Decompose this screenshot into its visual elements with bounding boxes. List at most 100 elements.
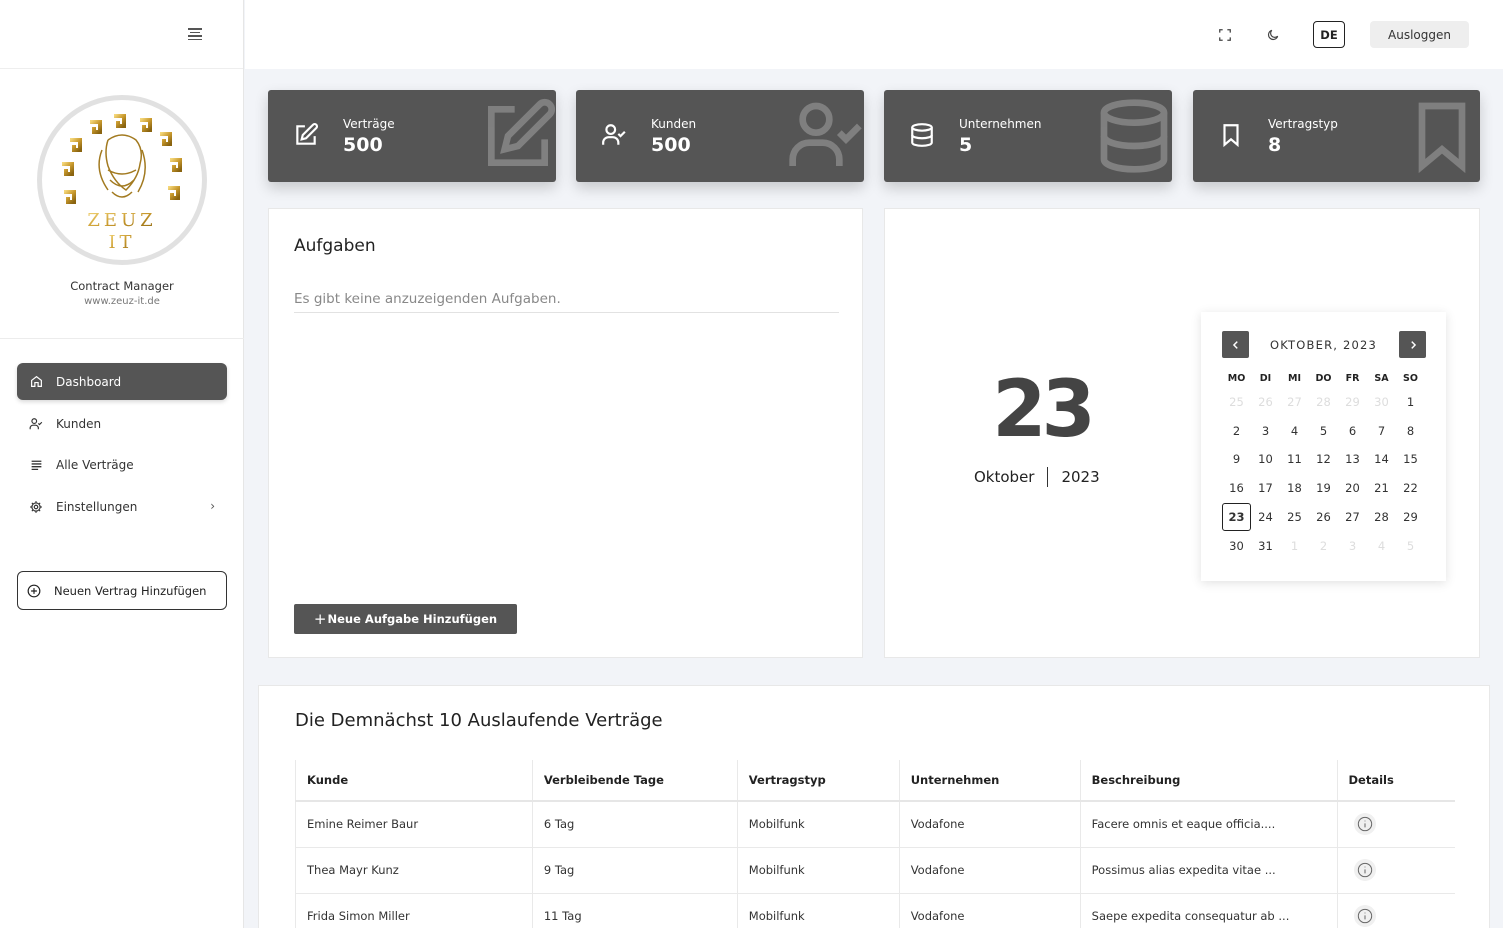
calendar-day[interactable]: 28 [1367,503,1396,531]
calendar-day[interactable]: 24 [1251,503,1280,531]
bookmark-icon [1223,124,1239,148]
cell-vertragstyp: Mobilfunk [736,801,900,848]
stat-card-kunden[interactable]: Kunden 500 [576,90,864,182]
calendar-day[interactable]: 3 [1251,417,1280,445]
calendar-day[interactable]: 8 [1396,417,1425,445]
contracts-title: Die Demnächst 10 Auslaufende Verträge [295,710,663,731]
calendar-day[interactable]: 31 [1251,532,1280,560]
edit-icon [488,98,556,166]
sidebar-item-label: Kunden [56,416,102,431]
calendar-day[interactable]: 15 [1396,445,1425,473]
calendar: OKTOBER, 2023 MO DI MI DO FR SA SO 25 26 27 28 29 30… [1201,312,1446,581]
calendar-day[interactable]: 7 [1367,417,1396,445]
calendar-day[interactable]: 17 [1251,474,1280,502]
stat-card-vertragstyp[interactable]: Vertragstyp 8 [1193,90,1480,182]
calendar-next-button[interactable] [1399,331,1426,358]
cell-vertragstyp: Mobilfunk [736,893,900,928]
calendar-day[interactable]: 29 [1338,388,1367,416]
calendar-day[interactable]: 22 [1396,474,1425,502]
calendar-day[interactable]: 30 [1222,532,1251,560]
stat-value: 500 [343,134,383,156]
sidebar-divider [0,338,244,339]
calendar-day[interactable]: 27 [1338,503,1367,531]
calendar-day[interactable]: 21 [1367,474,1396,502]
calendar-day[interactable]: 26 [1309,503,1338,531]
calendar-day[interactable]: 9 [1222,445,1251,473]
database-icon [1100,99,1168,173]
stat-card-unternehmen[interactable]: Unternehmen 5 [884,90,1172,182]
calendar-day[interactable]: 20 [1338,474,1367,502]
calendar-day[interactable]: 1 [1396,388,1425,416]
calendar-day[interactable]: 12 [1309,445,1338,473]
calendar-day[interactable]: 1 [1280,532,1309,560]
calendar-day[interactable]: 6 [1338,417,1367,445]
info-icon[interactable] [1353,905,1376,927]
sidebar-item-einstellungen[interactable]: Einstellungen › [17,488,227,525]
calendar-day[interactable]: 4 [1280,417,1309,445]
stat-value: 8 [1268,134,1282,156]
sidebar-item-kunden[interactable]: Kunden [17,405,227,442]
calendar-day[interactable]: 16 [1222,474,1251,502]
list-icon [29,458,43,472]
sidebar: ZEUZ IT Contract Manager www.zeuz-it.de … [0,0,244,928]
stat-value: 5 [959,134,973,156]
chevron-right-icon [1410,340,1416,349]
stat-label: Verträge [343,117,395,131]
calendar-day[interactable]: 2 [1309,532,1338,560]
calendar-day[interactable]: 29 [1396,503,1425,531]
current-month-year: Oktober 2023 [974,467,1100,487]
calendar-weekday: MI [1288,373,1301,384]
column-header: Details [1336,760,1455,802]
add-task-button[interactable]: + Neue Aufgabe Hinzufügen [294,604,517,634]
cell-details [1336,847,1455,894]
logo: ZEUZ IT [37,95,207,265]
column-header[interactable]: Vertragstyp [736,760,900,802]
calendar-weekday: SA [1374,373,1389,384]
calendar-day[interactable]: 28 [1309,388,1338,416]
calendar-day[interactable]: 14 [1367,445,1396,473]
calendar-day[interactable]: 5 [1309,417,1338,445]
fullscreen-icon[interactable] [1217,27,1233,43]
calendar-day[interactable]: 25 [1280,503,1309,531]
calendar-day[interactable]: 25 [1222,388,1251,416]
calendar-day[interactable]: 30 [1367,388,1396,416]
calendar-day[interactable]: 3 [1338,532,1367,560]
calendar-day[interactable]: 10 [1251,445,1280,473]
column-header[interactable]: Beschreibung [1079,760,1338,802]
language-button[interactable]: DE [1313,21,1345,48]
menu-toggle-icon[interactable] [188,28,202,40]
cell-kunde: Emine Reimer Baur [295,801,533,848]
calendar-day[interactable]: 5 [1396,532,1425,560]
calendar-day[interactable]: 11 [1280,445,1309,473]
current-year: 2023 [1061,468,1100,486]
plus-circle-icon [27,584,41,598]
sidebar-item-dashboard[interactable]: Dashboard [17,363,227,400]
cell-tage: 9 Tag [531,847,738,894]
calendar-day[interactable]: 2 [1222,417,1251,445]
column-header[interactable]: Unternehmen [898,760,1081,802]
calendar-day[interactable]: 13 [1338,445,1367,473]
database-icon [911,123,933,147]
stat-card-vertraege[interactable]: Verträge 500 [268,90,556,182]
sidebar-item-alle-vertraege[interactable]: Alle Verträge [17,446,227,483]
calendar-day[interactable]: 19 [1309,474,1338,502]
table-row: Emine Reimer Baur 6 Tag Mobilfunk Vodafo… [295,801,1455,848]
sidebar-item-label: Alle Verträge [56,457,134,472]
info-icon[interactable] [1353,859,1376,881]
cell-beschreibung: Possimus alias expedita vitae ... [1079,847,1338,894]
calendar-day[interactable]: 23 [1222,502,1251,531]
expiring-contracts-panel: Die Demnächst 10 Auslaufende Verträge Ku… [258,685,1490,928]
calendar-day[interactable]: 4 [1367,532,1396,560]
calendar-day[interactable]: 18 [1280,474,1309,502]
add-contract-button[interactable]: Neuen Vertrag Hinzufügen [17,571,227,610]
info-icon[interactable] [1353,813,1376,836]
calendar-day[interactable]: 26 [1251,388,1280,416]
app-name: Contract Manager [70,279,174,293]
dark-mode-icon[interactable] [1265,27,1281,43]
column-header[interactable]: Kunde [295,760,533,802]
column-header[interactable]: Verbleibende Tage [531,760,738,802]
calendar-weekday: DO [1315,373,1332,384]
calendar-day[interactable]: 27 [1280,388,1309,416]
cell-beschreibung: Facere omnis et eaque officia.... [1079,801,1338,848]
logout-button[interactable]: Ausloggen [1370,21,1469,48]
